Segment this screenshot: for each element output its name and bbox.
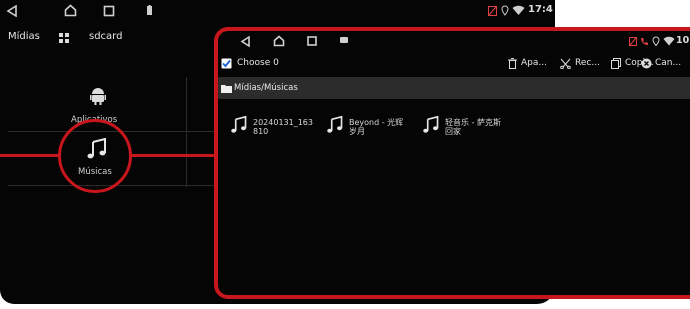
- select-all-checkbox[interactable]: [221, 58, 232, 69]
- file-name: 20240131_163810: [253, 118, 313, 136]
- status-time: 10:1: [676, 35, 690, 46]
- recents-nav-icon[interactable]: [307, 36, 317, 46]
- file-item[interactable]: Beyond - 光辉岁月: [326, 115, 409, 136]
- wifi-icon: [512, 5, 525, 15]
- highlight-circle: [58, 119, 132, 193]
- highlight-connector-left: [0, 154, 59, 157]
- cut-button-label: Rec...: [575, 58, 600, 68]
- toolbar-title: Mídias: [8, 31, 40, 42]
- file-name: Beyond - 光辉岁月: [349, 118, 404, 136]
- folder-icon: [221, 84, 232, 93]
- cut-button[interactable]: Rec...: [560, 56, 606, 72]
- music-note-icon: [327, 115, 343, 133]
- storage-location[interactable]: sdcard: [89, 31, 122, 42]
- no-sim-icon: [629, 37, 637, 46]
- selection-action-bar: Choose 0 Apa... Rec... Copi... Can...: [218, 52, 690, 76]
- scissors-icon: [560, 58, 571, 69]
- path-bar: Mídias/Músicas: [218, 77, 690, 99]
- highlight-connector-right: [131, 154, 216, 157]
- music-note-icon: [423, 115, 439, 133]
- no-sim-icon: [488, 6, 497, 16]
- trash-icon: [508, 58, 517, 69]
- phone-icon: [641, 38, 648, 45]
- selection-count: Choose 0: [237, 58, 279, 68]
- delete-button-label: Apa...: [521, 58, 547, 68]
- current-path[interactable]: Mídias/Músicas: [234, 83, 298, 93]
- zoomed-device-screen: 10:1 Choose 0 Apa... Rec... Copi... Can.…: [214, 27, 690, 299]
- file-item[interactable]: 20240131_163810: [230, 115, 313, 136]
- delete-button[interactable]: Apa...: [508, 56, 556, 72]
- cancel-button[interactable]: Can...: [641, 56, 690, 72]
- grid-icon[interactable]: [59, 33, 69, 43]
- location-icon: [501, 5, 509, 16]
- back-nav-icon[interactable]: [240, 36, 251, 47]
- wifi-icon: [663, 36, 675, 46]
- status-time: 17:4: [528, 4, 553, 15]
- cancel-icon: [641, 58, 652, 69]
- file-item[interactable]: 轻音乐 - 萨克斯回家: [422, 115, 505, 136]
- home-nav-icon[interactable]: [273, 35, 285, 47]
- android-icon: [90, 88, 106, 105]
- home-nav-icon[interactable]: [64, 4, 77, 17]
- notification-icon: [147, 5, 152, 15]
- file-name: 轻音乐 - 萨克斯回家: [445, 118, 501, 136]
- recents-nav-icon[interactable]: [103, 5, 115, 17]
- cancel-button-label: Can...: [655, 58, 682, 68]
- notification-icon: [340, 37, 348, 43]
- zoomed-status-bar: 10:1: [218, 31, 690, 51]
- location-icon: [652, 36, 660, 46]
- back-nav-icon[interactable]: [6, 5, 18, 17]
- music-note-icon: [231, 115, 247, 133]
- copy-icon: [611, 58, 621, 69]
- background-status-bar: 17:4: [0, 0, 555, 22]
